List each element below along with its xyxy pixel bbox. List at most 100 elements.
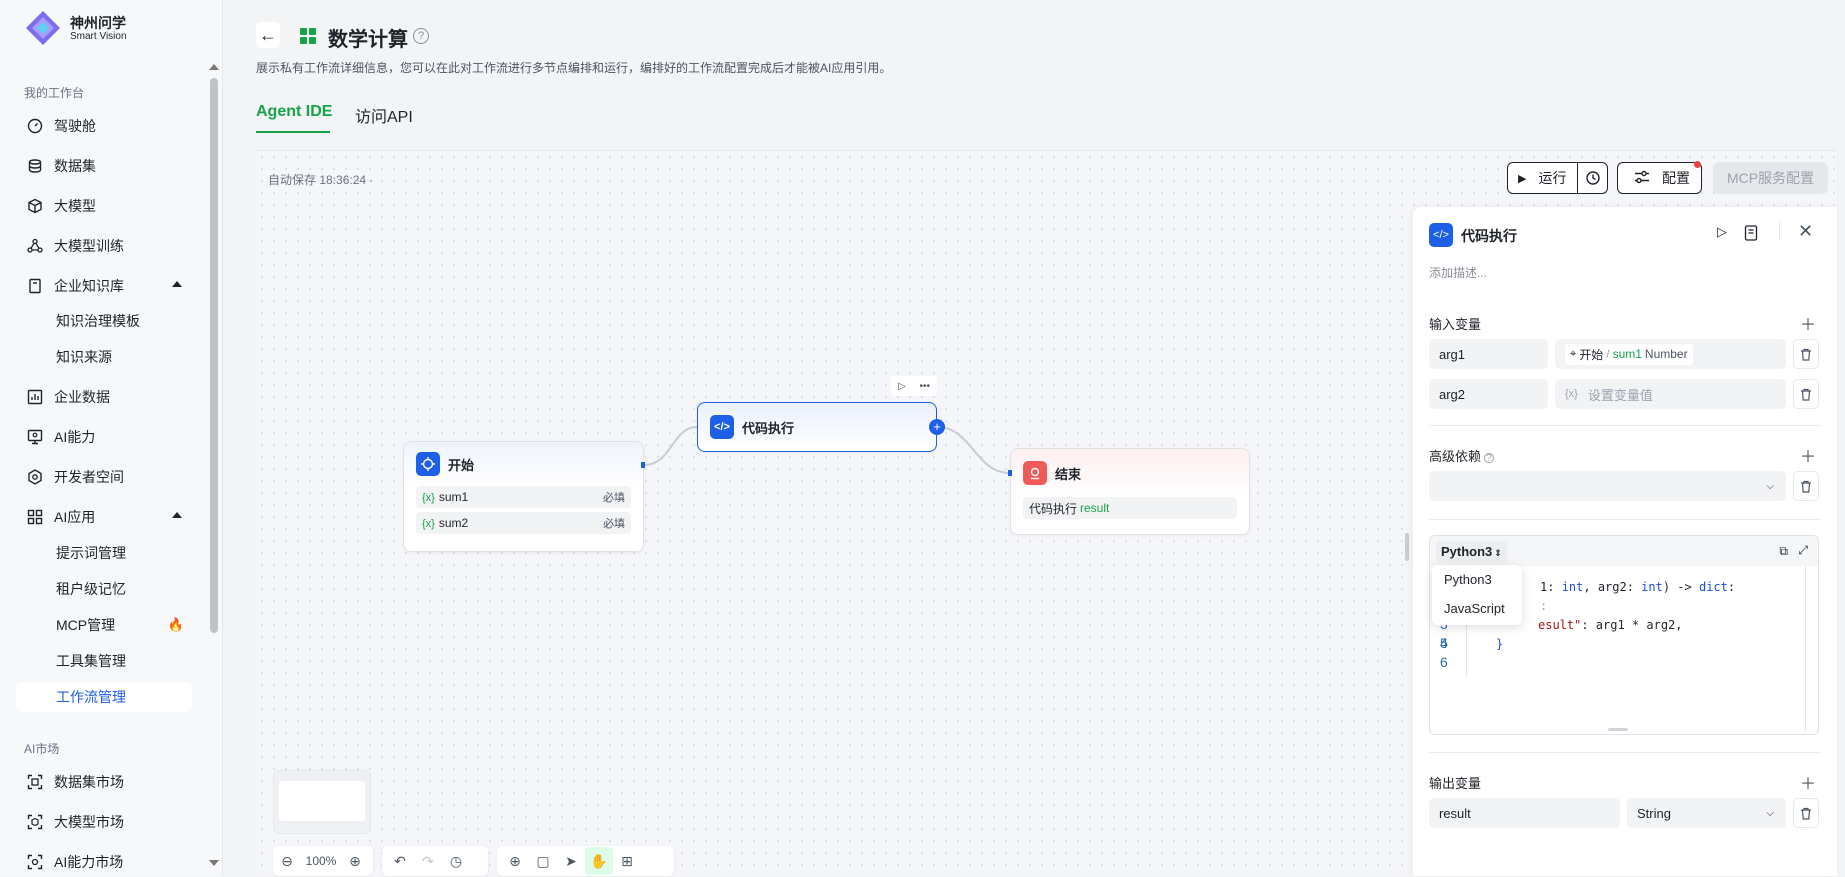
redo-icon[interactable]: ↷ [414,847,442,875]
database-icon [26,157,44,175]
chevron-up-icon[interactable] [172,512,182,518]
sidebar-item-ai-app[interactable]: AI应用 [16,502,192,532]
sidebar-item-workflow[interactable]: 工作流管理 [16,682,192,712]
undo-icon[interactable]: ↶ [386,847,414,875]
scroll-down-arrow[interactable] [209,860,219,866]
canvas-tools: ⊕ ▢ ➤ ✋ ⊞ [497,846,674,876]
logo-icon [26,11,60,45]
input-var-value[interactable]: {x} 设置变量值 [1555,379,1786,409]
editor-scrollbar[interactable] [1805,566,1806,731]
expand-icon[interactable]: ⤢ [1798,543,1808,558]
brand-name: 神州问学 [70,14,126,31]
output-var: result [1080,501,1110,515]
resize-grip[interactable] [1608,728,1628,731]
document-icon[interactable] [1744,225,1758,244]
sidebar-item-training[interactable]: 大模型训练 [16,231,192,261]
scroll-up-arrow[interactable] [209,64,219,70]
delete-icon[interactable] [1793,379,1819,409]
sidebar-item-developer[interactable]: 开发者空间 [16,462,192,492]
lang-option[interactable]: Python3 [1432,565,1522,594]
sidebar-item-knowledge[interactable]: 企业知识库 [16,271,192,301]
sidebar-item-model-market[interactable]: 大模型市场 [16,807,192,837]
cube-icon [26,197,44,215]
close-icon[interactable]: ✕ [1798,221,1813,242]
tab-agent-ide[interactable]: Agent IDE [256,103,332,121]
node-end[interactable]: 结束 代码执行 result [1010,448,1250,535]
zoom-out-icon[interactable]: ⊖ [273,847,301,875]
add-node-icon[interactable]: ⊕ [501,847,529,875]
sidebar-item-label: 数据集市场 [54,774,124,790]
sidebar-item-cockpit[interactable]: 驾驶舱 [16,111,192,141]
section-market: AI市场 [24,742,60,756]
sidebar-item-enterprise-data[interactable]: 企业数据 [16,382,192,412]
delete-icon[interactable] [1793,471,1819,501]
history-icon[interactable] [1577,163,1607,193]
hand-icon[interactable]: ✋ [585,847,613,875]
add-dependency-icon[interactable]: ＋ [1800,443,1816,467]
node-code[interactable]: </> 代码执行 [697,402,937,452]
pointer-icon[interactable]: ➤ [557,847,585,875]
sidebar-item-dataset-market[interactable]: 数据集市场 [16,767,192,797]
input-var-source[interactable]: ⌖ 开始 / sum1 Number [1555,339,1786,369]
run-button[interactable]: ▶ 运行 [1507,162,1608,194]
note-icon[interactable]: ▢ [529,847,557,875]
play-icon[interactable]: ▷ [898,381,906,392]
sidebar-item-label: 知识来源 [56,349,112,365]
sidebar-item-knowledge-template[interactable]: 知识治理模板 [16,306,192,336]
target-icon [416,452,440,476]
add-input-icon[interactable]: ＋ [1800,311,1816,335]
code-icon: </> [1429,223,1453,247]
output-type-select[interactable]: String ⌵ [1627,798,1786,828]
delete-icon[interactable] [1793,798,1819,828]
play-icon[interactable]: ▷ [1717,224,1727,240]
divider [1429,519,1821,520]
logo[interactable]: 神州问学 Smart Vision [24,8,127,48]
sidebar-item-memory[interactable]: 租户级记忆 [16,574,192,604]
config-button[interactable]: 配置 [1617,162,1702,194]
back-button[interactable]: ← [256,22,280,48]
minimap[interactable] [273,770,371,834]
help-icon[interactable]: ? [413,28,429,44]
ability-market-icon [26,853,44,871]
node-handle[interactable] [1008,470,1012,476]
scrollbar-thumb[interactable] [210,78,218,633]
add-node-icon[interactable]: + [929,419,945,435]
history-icon[interactable]: ◷ [442,847,470,875]
deps-label: 高级依赖? [1429,446,1495,465]
node-handle[interactable] [641,462,645,468]
source-type: Number [1644,347,1688,361]
language-select[interactable]: Python3 ⇕ [1436,540,1507,562]
dependency-select[interactable]: ⌵ [1429,471,1786,501]
copy-icon[interactable]: ⧉ [1779,544,1788,559]
play-icon: ▶ [1518,172,1527,185]
sidebar-item-ai-ability[interactable]: AI能力 [16,422,192,452]
zoom-in-icon[interactable]: ⊕ [341,847,369,875]
sidebar-item-knowledge-source[interactable]: 知识来源 [16,342,192,372]
more-icon[interactable]: ••• [920,381,931,392]
input-var-name[interactable]: arg2 [1429,379,1548,409]
description-input[interactable]: 添加描述... [1429,264,1487,281]
chevron-up-icon[interactable] [172,281,182,287]
sidebar-item-label: 数据集 [54,158,96,174]
sidebar-item-dataset[interactable]: 数据集 [16,151,192,181]
sidebar-item-toolset[interactable]: 工具集管理 [16,646,192,676]
code-icon: </> [710,415,734,439]
sidebar-item-model[interactable]: 大模型 [16,191,192,221]
sidebar-item-ability-market[interactable]: AI能力市场 [16,847,192,877]
chevron-down-icon: ⌵ [1766,480,1774,492]
panel-resize-handle[interactable] [1405,533,1409,561]
input-var-name[interactable]: arg1 [1429,339,1548,369]
sidebar-scrollbar[interactable] [208,58,219,868]
var-name: sum1 [438,490,469,504]
delete-icon[interactable] [1793,339,1819,369]
sidebar-item-mcp[interactable]: MCP管理 🔥 [16,610,192,640]
mcp-config-button[interactable]: MCP服务配置 [1713,162,1828,194]
layout-icon[interactable]: ⊞ [613,847,641,875]
node-start[interactable]: 开始 {x} sum1 必填 {x} sum2 必填 [403,441,644,552]
lang-option[interactable]: JavaScript [1432,594,1522,623]
tab-access-api[interactable]: 访问API [355,103,413,127]
add-output-icon[interactable]: ＋ [1800,770,1816,794]
sidebar-item-prompt[interactable]: 提示词管理 [16,538,192,568]
output-var-name[interactable]: result [1429,798,1620,828]
info-icon[interactable]: ? [1484,453,1495,464]
